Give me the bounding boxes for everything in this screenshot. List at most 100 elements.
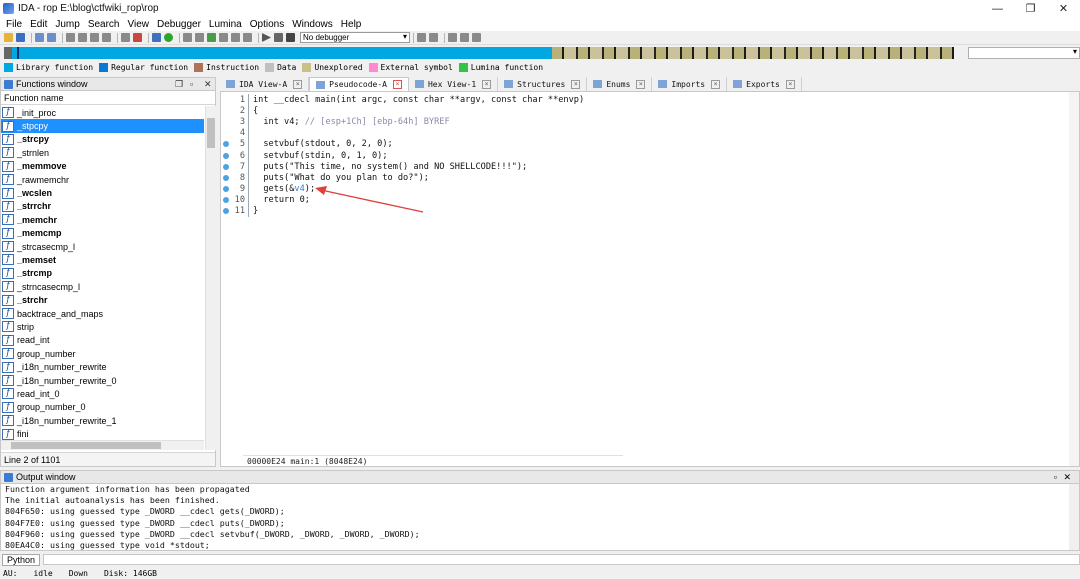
tab-structures[interactable]: Structures × <box>498 77 588 91</box>
function-list-item[interactable]: f _memchr <box>1 213 204 226</box>
function-list-item[interactable]: f _strcpy <box>1 133 204 146</box>
panel-float-icon[interactable]: ▫ <box>1054 472 1057 482</box>
menu-options[interactable]: Options <box>246 19 288 30</box>
close-button[interactable]: ✕ <box>1047 0 1080 17</box>
tab-close-icon[interactable]: × <box>711 79 721 89</box>
scroll-thumb[interactable] <box>207 118 215 148</box>
menu-view[interactable]: View <box>124 19 154 30</box>
menu-search[interactable]: Search <box>84 19 124 30</box>
open-icon[interactable] <box>4 33 13 42</box>
tab-pseudocode-a[interactable]: Pseudocode-A × <box>309 77 409 91</box>
function-list-item[interactable]: f _strcmp <box>1 267 204 280</box>
function-list-vertical-scrollbar[interactable] <box>205 106 216 450</box>
function-list-item[interactable]: f fini <box>1 427 204 440</box>
graph-icon[interactable] <box>152 33 161 42</box>
tab-close-icon[interactable]: × <box>785 79 795 89</box>
menu-jump[interactable]: Jump <box>51 19 83 30</box>
scroll-thumb[interactable] <box>11 442 161 449</box>
forward-arrow-icon[interactable] <box>47 33 56 42</box>
function-list-item[interactable]: f _init_proc <box>1 106 204 119</box>
menu-help[interactable]: Help <box>337 19 366 30</box>
code-line[interactable]: 4 <box>221 127 1061 139</box>
undefine-icon[interactable] <box>231 33 240 42</box>
function-list-item[interactable]: f _strnlen <box>1 146 204 159</box>
function-list-item[interactable]: f _i18n_number_rewrite <box>1 360 204 373</box>
panel-restore-icon[interactable]: ❐ <box>175 79 183 90</box>
breakpoint-gutter[interactable] <box>221 141 231 148</box>
tab-close-icon[interactable]: × <box>293 79 303 89</box>
code-line[interactable]: 3 int v4; // [esp+1Ch] [ebp-64h] BYREF <box>221 116 1061 128</box>
back-arrow-icon[interactable] <box>35 33 44 42</box>
function-list-item[interactable]: f _wcslen <box>1 186 204 199</box>
tab-close-icon[interactable]: × <box>571 79 581 89</box>
panel-close-icon[interactable]: ✕ <box>204 79 212 90</box>
pseudocode-view[interactable]: 1 int __cdecl main(int argc, const char *… <box>220 91 1080 467</box>
breakpoint-gutter[interactable] <box>221 163 231 170</box>
panel-close-icon[interactable]: ✕ <box>1063 472 1071 483</box>
data-icon[interactable] <box>195 33 204 42</box>
function-list-item[interactable]: f group_number_0 <box>1 401 204 414</box>
menu-edit[interactable]: Edit <box>26 19 51 30</box>
expand-icon[interactable] <box>460 33 469 42</box>
nav-band-strip[interactable] <box>11 47 955 59</box>
breakpoint-gutter[interactable] <box>221 197 231 204</box>
code-line[interactable]: 6 setvbuf(stdin, 0, 1, 0); <box>221 149 1061 162</box>
pause-icon[interactable] <box>274 33 283 42</box>
breakpoint-gutter[interactable] <box>221 208 231 215</box>
function-list-item[interactable]: f _strrchr <box>1 200 204 213</box>
cross-icon[interactable] <box>243 33 252 42</box>
panel-float-icon[interactable]: ▫ <box>190 79 193 89</box>
breakpoint-gutter[interactable] <box>221 174 231 181</box>
lumina-icon[interactable] <box>164 33 173 42</box>
function-list-item[interactable]: f _stpcpy <box>1 119 204 133</box>
tab-imports[interactable]: Imports × <box>652 77 728 91</box>
function-icon[interactable] <box>183 33 192 42</box>
stop-debug-icon[interactable] <box>286 33 295 42</box>
grid-icon[interactable] <box>448 33 457 42</box>
menu-debugger[interactable]: Debugger <box>153 19 205 30</box>
function-list-item[interactable]: f _strcasecmp_l <box>1 240 204 253</box>
copy-icon[interactable] <box>66 33 75 42</box>
output-scrollbar[interactable] <box>1069 484 1079 550</box>
debugger-select[interactable]: No debugger <box>300 32 410 43</box>
function-list-item[interactable]: f read_int <box>1 334 204 347</box>
download-icon[interactable] <box>121 33 130 42</box>
function-list-item[interactable]: f _strncasecmp_l <box>1 280 204 293</box>
tab-close-icon[interactable]: × <box>392 80 402 89</box>
binary-icon[interactable] <box>90 33 99 42</box>
code-icon[interactable] <box>219 33 228 42</box>
tab-close-icon[interactable]: × <box>482 79 492 89</box>
function-list-item[interactable]: f strip <box>1 320 204 333</box>
function-list-item[interactable]: f backtrace_and_maps <box>1 307 204 320</box>
code-line[interactable]: 2{ <box>221 105 1061 117</box>
code-line[interactable]: 5 setvbuf(stdout, 0, 2, 0); <box>221 138 1061 150</box>
code-variable-highlight[interactable]: v4 <box>294 184 304 194</box>
attach-icon[interactable] <box>417 33 426 42</box>
tab-enums[interactable]: Enums × <box>587 77 653 91</box>
function-list-item[interactable]: f _i18n_number_rewrite_0 <box>1 374 204 387</box>
function-list-item[interactable]: f _strchr <box>1 293 204 306</box>
python-button[interactable]: Python <box>2 553 41 566</box>
settings-icon[interactable] <box>429 33 438 42</box>
breakpoint-gutter[interactable] <box>221 186 231 193</box>
play-icon[interactable] <box>262 33 271 42</box>
tab-exports[interactable]: Exports × <box>727 77 802 91</box>
code-line[interactable]: 7 puts("This time, no system() and NO SH… <box>221 161 1061 173</box>
menu-lumina[interactable]: Lumina <box>205 19 246 30</box>
stop-icon[interactable] <box>133 33 142 42</box>
function-list-item[interactable]: f _memcmp <box>1 227 204 240</box>
maximize-button[interactable]: ❐ <box>1014 0 1047 17</box>
save-icon[interactable] <box>16 33 25 42</box>
paste-icon[interactable] <box>78 33 87 42</box>
function-list-item[interactable]: f _memmove <box>1 160 204 173</box>
function-list-item[interactable]: f _memset <box>1 253 204 266</box>
pseudocode-scrollbar[interactable] <box>1069 92 1079 466</box>
python-command-input[interactable] <box>43 554 1080 565</box>
menu-file[interactable]: File <box>2 19 26 30</box>
function-list-item[interactable]: f _rawmemchr <box>1 173 204 186</box>
nav-band-select[interactable] <box>968 47 1080 59</box>
function-list-horizontal-scrollbar[interactable] <box>1 440 204 450</box>
function-list-item[interactable]: f _i18n_number_rewrite_1 <box>1 414 204 427</box>
function-name-column-header[interactable]: Function name <box>1 91 215 105</box>
menu-windows[interactable]: Windows <box>288 19 337 30</box>
